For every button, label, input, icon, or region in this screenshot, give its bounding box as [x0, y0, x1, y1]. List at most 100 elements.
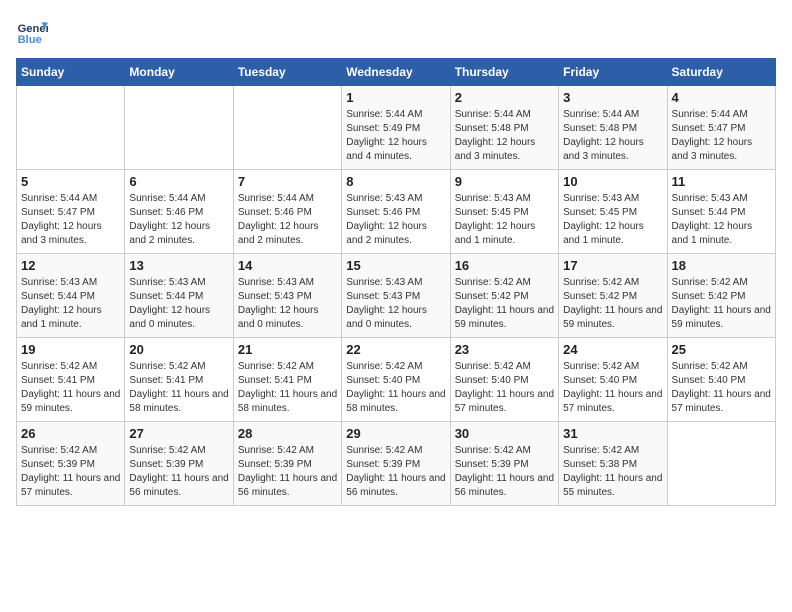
- calendar-cell: 2Sunrise: 5:44 AMSunset: 5:48 PMDaylight…: [450, 86, 558, 170]
- calendar-cell: 21 Sunrise: 5:42 AMSunset: 5:41 PMDayligh…: [233, 338, 341, 422]
- day-number: 17: [563, 258, 662, 273]
- day-number: 13: [129, 258, 228, 273]
- day-number: 26: [21, 426, 120, 441]
- calendar-header-row: SundayMondayTuesdayWednesdayThursdayFrid…: [17, 59, 776, 86]
- day-number: 27: [129, 426, 228, 441]
- calendar-cell: 31 Sunrise: 5:42 AMSunset: 5:38 PMDayligh…: [559, 422, 667, 506]
- calendar-cell: 22Sunrise: 5:42 AMSunset: 5:40 PMDayligh…: [342, 338, 450, 422]
- svg-text:Blue: Blue: [18, 34, 42, 46]
- calendar-cell: 14 Sunrise: 5:43 AMSunset: 5:43 PMDayligh…: [233, 254, 341, 338]
- day-number: 8: [346, 174, 445, 189]
- cell-info: Sunrise: 5:43 AMSunset: 5:46 PMDaylight:…: [346, 192, 445, 248]
- cell-info: Sunrise: 5:44 AMSunset: 5:49 PMDaylight:…: [346, 108, 445, 164]
- logo: General Blue: [16, 16, 52, 48]
- cell-info: Sunrise: 5:43 AMSunset: 5:45 PMDaylight:…: [563, 192, 662, 248]
- day-number: 6: [129, 174, 228, 189]
- day-number: 18: [672, 258, 771, 273]
- calendar-week-row: 26 Sunrise: 5:42 AMSunset: 5:39 PMDayligh…: [17, 422, 776, 506]
- weekday-header: Saturday: [667, 59, 775, 86]
- cell-info: Sunrise: 5:43 AMSunset: 5:44 PMDaylight:…: [21, 276, 120, 332]
- calendar-cell: 29 Sunrise: 5:42 AMSunset: 5:39 PMDayligh…: [342, 422, 450, 506]
- page-header: General Blue: [16, 16, 776, 48]
- cell-info: Sunrise: 5:42 AMSunset: 5:38 PMDaylight:…: [563, 444, 662, 500]
- day-number: 7: [238, 174, 337, 189]
- calendar-cell: [125, 86, 233, 170]
- day-number: 29: [346, 426, 445, 441]
- day-number: 14: [238, 258, 337, 273]
- cell-info: Sunrise: 5:42 AMSunset: 5:41 PMDaylight:…: [21, 360, 120, 416]
- cell-info: Sunrise: 5:42 AMSunset: 5:41 PMDaylight:…: [129, 360, 228, 416]
- cell-info: Sunrise: 5:42 AMSunset: 5:39 PMDaylight:…: [346, 444, 445, 500]
- weekday-header: Wednesday: [342, 59, 450, 86]
- cell-info: Sunrise: 5:42 AMSunset: 5:41 PMDaylight:…: [238, 360, 337, 416]
- day-number: 30: [455, 426, 554, 441]
- calendar-cell: [17, 86, 125, 170]
- day-number: 24: [563, 342, 662, 357]
- calendar-cell: 13Sunrise: 5:43 AMSunset: 5:44 PMDayligh…: [125, 254, 233, 338]
- calendar-cell: 15Sunrise: 5:43 AMSunset: 5:43 PMDayligh…: [342, 254, 450, 338]
- calendar-cell: 24 Sunrise: 5:42 AMSunset: 5:40 PMDayligh…: [559, 338, 667, 422]
- weekday-header: Friday: [559, 59, 667, 86]
- cell-info: Sunrise: 5:42 AMSunset: 5:40 PMDaylight:…: [455, 360, 554, 416]
- cell-info: Sunrise: 5:44 AMSunset: 5:46 PMDaylight:…: [129, 192, 228, 248]
- day-number: 4: [672, 90, 771, 105]
- cell-info: Sunrise: 5:42 AMSunset: 5:42 PMDaylight:…: [672, 276, 771, 332]
- cell-info: Sunrise: 5:44 AMSunset: 5:47 PMDaylight:…: [21, 192, 120, 248]
- day-number: 5: [21, 174, 120, 189]
- calendar-cell: 6 Sunrise: 5:44 AMSunset: 5:46 PMDaylight…: [125, 170, 233, 254]
- calendar-week-row: 5 Sunrise: 5:44 AMSunset: 5:47 PMDaylight…: [17, 170, 776, 254]
- cell-info: Sunrise: 5:42 AMSunset: 5:40 PMDaylight:…: [563, 360, 662, 416]
- weekday-header: Tuesday: [233, 59, 341, 86]
- calendar-table: SundayMondayTuesdayWednesdayThursdayFrid…: [16, 58, 776, 506]
- calendar-cell: 17 Sunrise: 5:42 AMSunset: 5:42 PMDayligh…: [559, 254, 667, 338]
- cell-info: Sunrise: 5:42 AMSunset: 5:39 PMDaylight:…: [21, 444, 120, 500]
- cell-info: Sunrise: 5:44 AMSunset: 5:47 PMDaylight:…: [672, 108, 771, 164]
- calendar-cell: 30 Sunrise: 5:42 AMSunset: 5:39 PMDayligh…: [450, 422, 558, 506]
- calendar-cell: 9 Sunrise: 5:43 AMSunset: 5:45 PMDaylight…: [450, 170, 558, 254]
- day-number: 23: [455, 342, 554, 357]
- day-number: 12: [21, 258, 120, 273]
- weekday-header: Thursday: [450, 59, 558, 86]
- calendar-cell: 5 Sunrise: 5:44 AMSunset: 5:47 PMDaylight…: [17, 170, 125, 254]
- day-number: 31: [563, 426, 662, 441]
- calendar-cell: 12 Sunrise: 5:43 AMSunset: 5:44 PMDayligh…: [17, 254, 125, 338]
- day-number: 3: [563, 90, 662, 105]
- day-number: 10: [563, 174, 662, 189]
- weekday-header: Monday: [125, 59, 233, 86]
- cell-info: Sunrise: 5:42 AMSunset: 5:42 PMDaylight:…: [455, 276, 554, 332]
- cell-info: Sunrise: 5:42 AMSunset: 5:39 PMDaylight:…: [129, 444, 228, 500]
- day-number: 16: [455, 258, 554, 273]
- calendar-cell: 1 Sunrise: 5:44 AMSunset: 5:49 PMDaylight…: [342, 86, 450, 170]
- calendar-cell: 11 Sunrise: 5:43 AMSunset: 5:44 PMDayligh…: [667, 170, 775, 254]
- day-number: 11: [672, 174, 771, 189]
- day-number: 19: [21, 342, 120, 357]
- cell-info: Sunrise: 5:42 AMSunset: 5:42 PMDaylight:…: [563, 276, 662, 332]
- calendar-cell: 28 Sunrise: 5:42 AMSunset: 5:39 PMDayligh…: [233, 422, 341, 506]
- calendar-cell: 19 Sunrise: 5:42 AMSunset: 5:41 PMDayligh…: [17, 338, 125, 422]
- calendar-week-row: 19 Sunrise: 5:42 AMSunset: 5:41 PMDayligh…: [17, 338, 776, 422]
- cell-info: Sunrise: 5:42 AMSunset: 5:39 PMDaylight:…: [238, 444, 337, 500]
- day-number: 2: [455, 90, 554, 105]
- day-number: 25: [672, 342, 771, 357]
- cell-info: Sunrise: 5:43 AMSunset: 5:44 PMDaylight:…: [672, 192, 771, 248]
- calendar-cell: 25Sunrise: 5:42 AMSunset: 5:40 PMDayligh…: [667, 338, 775, 422]
- cell-info: Sunrise: 5:43 AMSunset: 5:45 PMDaylight:…: [455, 192, 554, 248]
- cell-info: Sunrise: 5:43 AMSunset: 5:43 PMDaylight:…: [238, 276, 337, 332]
- calendar-cell: 18 Sunrise: 5:42 AMSunset: 5:42 PMDayligh…: [667, 254, 775, 338]
- logo-icon: General Blue: [16, 16, 48, 48]
- day-number: 1: [346, 90, 445, 105]
- weekday-header: Sunday: [17, 59, 125, 86]
- calendar-cell: 23 Sunrise: 5:42 AMSunset: 5:40 PMDayligh…: [450, 338, 558, 422]
- cell-info: Sunrise: 5:44 AMSunset: 5:46 PMDaylight:…: [238, 192, 337, 248]
- cell-info: Sunrise: 5:42 AMSunset: 5:39 PMDaylight:…: [455, 444, 554, 500]
- calendar-cell: 27 Sunrise: 5:42 AMSunset: 5:39 PMDayligh…: [125, 422, 233, 506]
- calendar-cell: 20Sunrise: 5:42 AMSunset: 5:41 PMDayligh…: [125, 338, 233, 422]
- cell-info: Sunrise: 5:42 AMSunset: 5:40 PMDaylight:…: [346, 360, 445, 416]
- day-number: 15: [346, 258, 445, 273]
- day-number: 21: [238, 342, 337, 357]
- day-number: 28: [238, 426, 337, 441]
- calendar-cell: 26 Sunrise: 5:42 AMSunset: 5:39 PMDayligh…: [17, 422, 125, 506]
- calendar-cell: [667, 422, 775, 506]
- calendar-week-row: 12 Sunrise: 5:43 AMSunset: 5:44 PMDayligh…: [17, 254, 776, 338]
- day-number: 9: [455, 174, 554, 189]
